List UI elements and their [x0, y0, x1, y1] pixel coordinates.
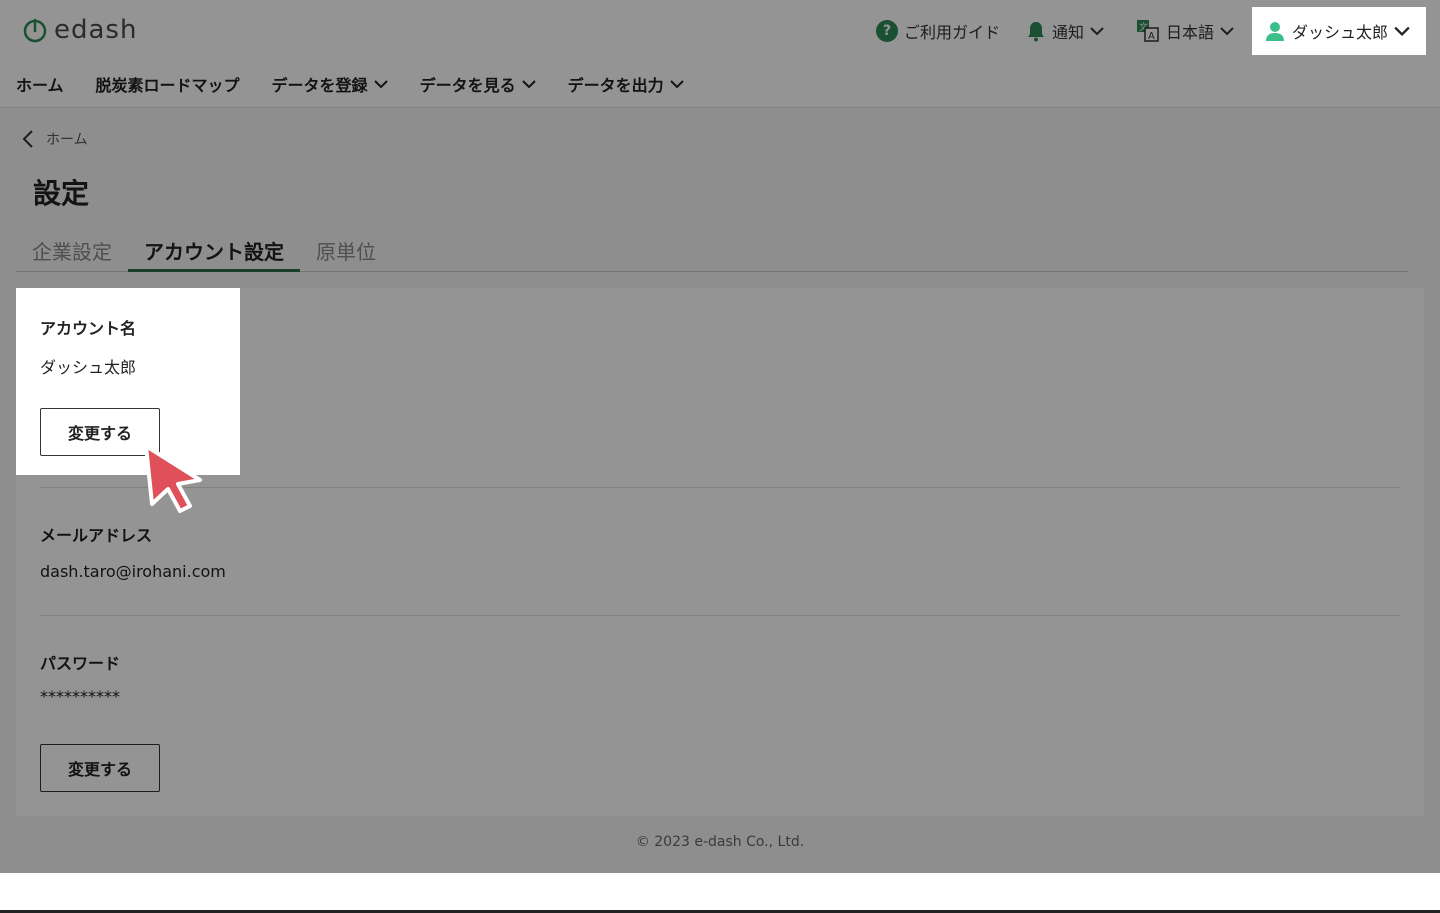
chevron-down-icon	[1394, 26, 1410, 37]
account-name-label: アカウント名	[40, 319, 137, 338]
account-name-value: ダッシュ太郎	[40, 358, 137, 377]
user-name: ダッシュ太郎	[1292, 23, 1389, 42]
pointer-cursor-icon	[144, 444, 202, 513]
user-icon	[1266, 22, 1284, 41]
user-menu[interactable]: ダッシュ太郎	[1252, 7, 1426, 55]
